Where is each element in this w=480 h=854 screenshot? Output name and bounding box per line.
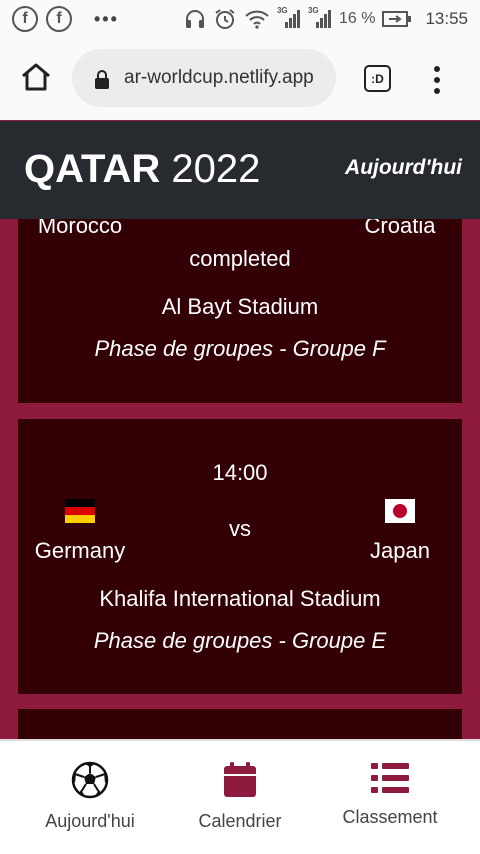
more-notifications-icon: ••• xyxy=(94,8,119,29)
home-icon[interactable] xyxy=(20,62,52,92)
wifi-icon xyxy=(245,10,269,29)
match-card[interactable] xyxy=(18,709,462,739)
nav-label: Calendrier xyxy=(198,811,282,831)
address-bar[interactable]: ar-worldcup.netlify.app xyxy=(72,49,336,107)
away-team: Japan xyxy=(370,538,430,563)
more-options-icon[interactable] xyxy=(434,66,442,94)
match-card[interactable]: 14:00 Germany vs Japan Khalifa Internati… xyxy=(18,419,462,694)
stadium-name: Al Bayt Stadium xyxy=(161,294,319,319)
away-team: Croatia xyxy=(364,219,436,238)
cell-signal-icon: 3G xyxy=(307,6,332,30)
network-type: 3G xyxy=(276,6,288,15)
match-phase: Phase de groupes - Groupe F xyxy=(94,336,386,361)
stadium-name: Khalifa International Stadium xyxy=(99,586,381,611)
match-phase: Phase de groupes - Groupe E xyxy=(93,628,387,653)
nav-label: Classement xyxy=(342,807,438,827)
cell-signal-icon: 3G xyxy=(276,6,301,30)
alarm-icon xyxy=(215,9,235,29)
browser-toolbar: ar-worldcup.netlify.app :D xyxy=(0,38,480,120)
nav-item-standings[interactable]: Classement xyxy=(315,761,465,828)
bottom-navigation: Aujourd'hui Calendrier Classement xyxy=(0,739,480,854)
match-status: completed xyxy=(189,246,291,271)
battery-percent: 16 % xyxy=(338,10,376,27)
soccer-ball-icon xyxy=(71,761,109,799)
nav-label: Aujourd'hui xyxy=(45,811,135,831)
headphones-icon xyxy=(185,10,204,28)
facebook-icon: f xyxy=(46,6,72,32)
match-list[interactable]: Morocco Croatia completed Al Bayt Stadiu… xyxy=(0,219,480,739)
nav-item-today[interactable]: Aujourd'hui xyxy=(15,761,165,832)
status-bar: f f ••• 3G 3G 16 % 13:55 xyxy=(0,0,480,38)
app-header: QATAR 2022 Aujourd'hui xyxy=(0,121,480,219)
url-text[interactable]: ar-worldcup.netlify.app xyxy=(124,67,314,89)
match-card[interactable]: Morocco Croatia completed Al Bayt Stadiu… xyxy=(18,219,462,403)
calendar-icon xyxy=(224,762,256,797)
home-team: Morocco xyxy=(37,219,123,238)
brand-year: 2022 xyxy=(171,147,261,191)
facebook-icon: f xyxy=(12,6,38,32)
network-type: 3G xyxy=(307,6,319,15)
brand-bold: QATAR xyxy=(24,147,161,191)
nav-item-calendar[interactable]: Calendrier xyxy=(165,761,315,832)
clock: 13:55 xyxy=(425,9,468,28)
nav-link-today[interactable]: Aujourd'hui xyxy=(345,156,462,180)
lock-icon[interactable] xyxy=(94,70,110,90)
app-logo[interactable]: QATAR 2022 xyxy=(24,147,260,192)
tab-switcher-button[interactable]: :D xyxy=(364,65,391,92)
battery-charging-icon xyxy=(382,11,412,27)
list-icon xyxy=(371,763,409,793)
match-time: 14:00 xyxy=(212,460,268,485)
